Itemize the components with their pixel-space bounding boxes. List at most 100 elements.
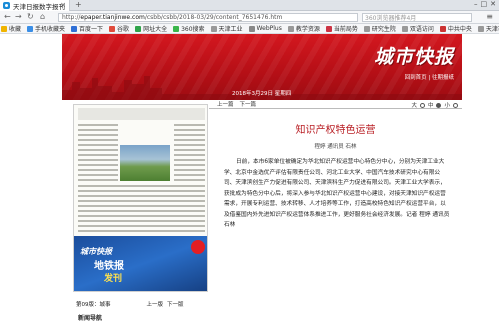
- newspaper-logo[interactable]: 城市快报: [374, 42, 454, 69]
- bookmark-label: 手机收藏夹: [35, 26, 66, 33]
- text-line: [78, 225, 205, 227]
- text-line: [78, 124, 118, 126]
- header-links[interactable]: 回到首页 | 往期报纸: [405, 73, 454, 81]
- previous-article-link[interactable]: 上一篇: [217, 100, 234, 108]
- font-size-small-radio[interactable]: [453, 102, 458, 108]
- text-line: [174, 134, 205, 136]
- browser-tab[interactable]: 天津日报数字报刊 ×: [0, 0, 70, 11]
- bookmark-item[interactable]: 谷歌: [109, 24, 129, 33]
- bookmark-icon: [248, 25, 255, 32]
- back-icon[interactable]: ←: [4, 12, 11, 21]
- previous-page-link[interactable]: 上一版: [147, 300, 164, 308]
- bookmark-label: 天津工业: [218, 26, 243, 33]
- text-line: [174, 149, 205, 151]
- url-input[interactable]: http://epaper.tianjinwe.com/csbb/csbb/20…: [58, 13, 358, 22]
- page-right-margin: [462, 34, 499, 315]
- bookmark-label: 教学资源: [295, 26, 320, 33]
- ad-line-1: 地铁报: [94, 261, 124, 272]
- bookmark-icon: [325, 25, 332, 32]
- text-line: [174, 154, 205, 156]
- text-line: [78, 149, 118, 151]
- text-line: [78, 144, 118, 146]
- text-line: [78, 205, 205, 207]
- next-page-link[interactable]: 下一版: [167, 300, 184, 308]
- bookmark-label: 中共中央: [447, 26, 472, 33]
- bookmark-label: 网址大全: [143, 26, 168, 33]
- bookmark-label: 360搜索: [181, 26, 205, 33]
- font-size-small-label: 小: [444, 103, 450, 109]
- text-line: [78, 200, 205, 202]
- text-line: [78, 159, 118, 161]
- home-icon[interactable]: ⌂: [40, 12, 45, 21]
- article-body: 日前，本市6家单位被确定为华北知识产权运营中心特色分中心，分别为天津工业大学、北…: [224, 159, 450, 228]
- text-line: [174, 139, 205, 141]
- bookmark-icon: [27, 25, 34, 32]
- text-line: [78, 129, 118, 131]
- browser-menu-icon[interactable]: ≡: [486, 12, 493, 21]
- bookmark-item[interactable]: 当前局势: [325, 24, 358, 33]
- url-path: /csbb/csbb/2018-03/29/content_7651476.ht…: [144, 14, 283, 21]
- window-controls: – □ ✕: [474, 0, 496, 8]
- bookmark-icon: [363, 25, 370, 32]
- text-line: [174, 169, 205, 171]
- bookmark-icon: [109, 25, 116, 32]
- text-line: [174, 179, 205, 181]
- bookmark-icon: [135, 25, 142, 32]
- page-left-margin: [0, 34, 62, 315]
- font-size-mid-radio[interactable]: [436, 102, 442, 108]
- page-headline-block: [78, 108, 205, 120]
- bookmark-icon: [173, 25, 180, 32]
- site-favicon-icon: [3, 2, 10, 9]
- bookmark-label: 天津市小: [485, 26, 499, 33]
- ad-line-2: 发刊: [104, 274, 123, 284]
- bookmark-item[interactable]: 收藏: [1, 24, 21, 33]
- bookmark-item[interactable]: 教学资源: [287, 24, 320, 33]
- bookmark-icon: [401, 25, 408, 32]
- bookmark-item[interactable]: 中共中央: [439, 24, 472, 33]
- font-size-mid-label: 中: [427, 103, 434, 109]
- font-size-big-radio[interactable]: [419, 102, 425, 108]
- bookmark-item[interactable]: 网址大全: [135, 24, 167, 33]
- page-photo: [120, 145, 170, 181]
- text-line: [78, 190, 205, 192]
- article-title: 知识产权特色运营: [295, 125, 376, 136]
- bookmark-item[interactable]: 手机收藏夹: [27, 24, 65, 33]
- ad-title: 城市快报: [80, 247, 112, 256]
- close-window-icon[interactable]: ✕: [490, 0, 496, 8]
- bookmark-item[interactable]: 天津工业: [210, 24, 243, 33]
- url-text: http://epaper.tianjinwe.com/csbb/csbb/20…: [62, 14, 282, 21]
- bookmark-item[interactable]: 双语访问: [401, 24, 434, 33]
- text-line: [78, 134, 118, 136]
- bookmark-label: 双语访问: [409, 26, 434, 33]
- next-article-link[interactable]: 下一篇: [240, 100, 257, 108]
- bookmark-item[interactable]: 360搜索: [173, 24, 205, 33]
- forward-icon[interactable]: →: [15, 12, 22, 21]
- search-input[interactable]: 360浏览器推荐4月: [362, 13, 472, 22]
- minimize-icon[interactable]: –: [474, 0, 478, 8]
- bookmarks-bar: 收藏 手机收藏夹 百度一下 谷歌 网址大全 360搜索 天津工业 WebPlus 教学资源 当前局…: [0, 24, 499, 34]
- maximize-icon[interactable]: □: [481, 0, 488, 8]
- page-navigation: 第09版：城事 上一版 下一版: [76, 300, 206, 308]
- text-line: [78, 169, 118, 171]
- bookmark-label: WebPlus: [256, 25, 282, 32]
- url-host: epaper.tianjinwe.com: [80, 14, 145, 21]
- bookmark-label: 研究生院: [371, 26, 396, 33]
- bookmark-label: 百度一下: [79, 26, 104, 33]
- text-line: [174, 124, 205, 126]
- refresh-icon[interactable]: ↻: [27, 12, 34, 21]
- bookmark-item[interactable]: WebPlus: [248, 25, 282, 32]
- tab-close-icon[interactable]: ×: [60, 1, 66, 9]
- bookmark-label: 收藏: [9, 26, 22, 33]
- text-line: [174, 174, 205, 176]
- text-line: [174, 144, 205, 146]
- bookmark-item[interactable]: 百度一下: [71, 24, 103, 33]
- new-tab-button[interactable]: +: [75, 0, 82, 9]
- issue-date: 2018年3月29日 星期四: [232, 91, 292, 97]
- bookmark-item[interactable]: 研究生院: [363, 24, 396, 33]
- newspaper-page-image[interactable]: 城市快报 地铁报 发刊: [73, 104, 208, 292]
- bookmark-icon: [210, 25, 217, 32]
- bookmark-item[interactable]: 天津市小: [477, 24, 499, 33]
- text-line: [174, 164, 205, 166]
- thumbnails-title: 新闻导航: [78, 315, 103, 322]
- text-line: [78, 195, 205, 197]
